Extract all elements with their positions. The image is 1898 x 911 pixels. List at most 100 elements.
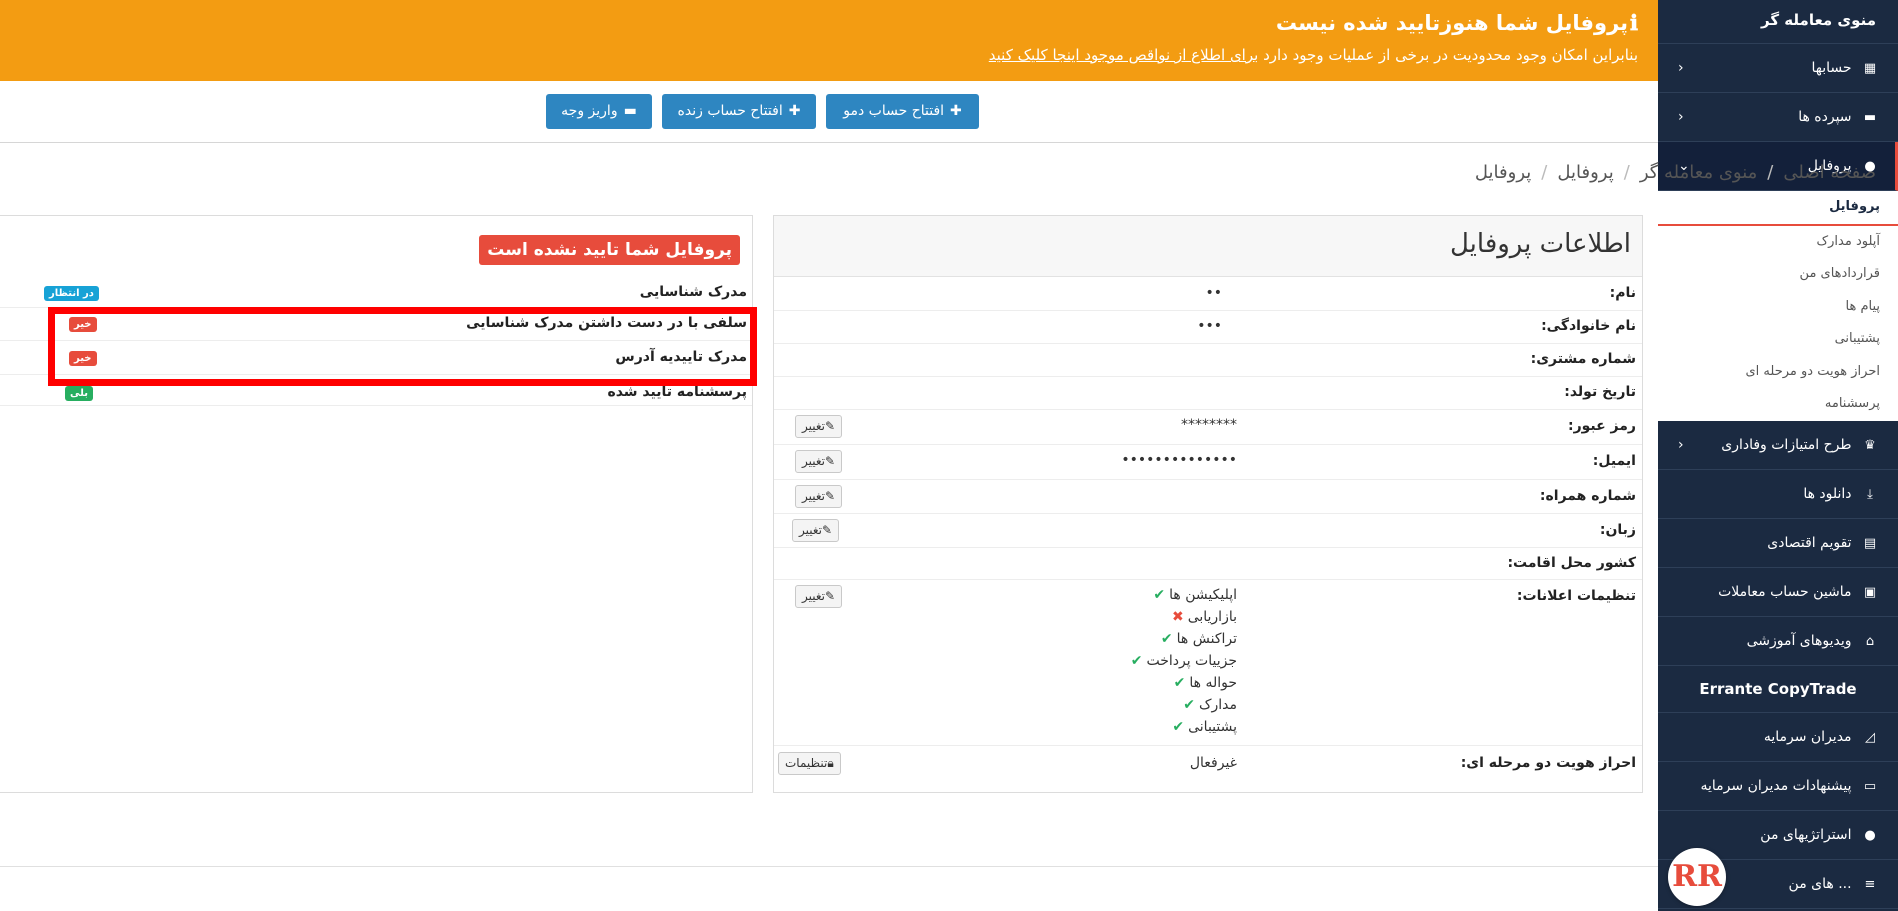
chevron-left-icon: ‹ [1678,109,1684,125]
check-icon: ✔ [1183,697,1195,713]
sidebar-item-label: حسابها [1811,60,1852,76]
breadcrumb-trader-menu[interactable]: منوی معامله گر [1640,162,1757,183]
submenu-two-factor[interactable]: احراز هویت دو مرحله ای [1658,356,1898,389]
row-mobile: شماره همراه: ✎تغییر [774,480,1642,514]
sidebar-item-deposits[interactable]: ▬ سپرده ها ‹ [1658,93,1898,142]
notification-item: حواله ها✔ [1173,675,1237,691]
row-country: کشور محل اقامت: [774,548,1642,580]
row-language: زبان: ✎تغییر [774,514,1642,548]
sidebar-item-label: دانلود ها [1803,485,1852,502]
divider [0,866,1658,867]
banner-message: بنابراین امکان وجود محدودیت در برخی از ع… [988,46,1638,64]
sidebar: منوی معامله گر ▦ حسابها ‹ ▬ سپرده ها ‹ ●… [1658,0,1898,911]
edit-icon: ✎ [825,589,836,603]
change-password-button[interactable]: ✎تغییر [795,415,843,438]
check-icon: ✔ [1130,653,1143,669]
edit-icon: ✎ [822,523,833,537]
two-factor-settings-button[interactable]: 🔒︎تنظیمات [778,752,841,775]
sidebar-item-label: ویدیوهای آموزشی [1746,632,1852,649]
change-email-button[interactable]: ✎تغییر [795,450,843,473]
change-notifications-button[interactable]: ✎تغییر [795,585,843,608]
card-icon: ▭ [1863,778,1877,794]
document-status-panel: پروفایل شما تایید نشده است مدرک شناسایی … [0,215,753,793]
action-buttons: ✚افتتاح حساب دمو ✚افتتاح حساب زنده ▬واری… [546,94,979,129]
change-mobile-button[interactable]: ✎تغییر [795,485,843,508]
sidebar-item-downloads[interactable]: ⤓ دانلود ها [1658,470,1898,519]
profile-unverified-label: پروفایل شما تایید نشده است [479,235,740,265]
row-notification-settings: تنظیمات اعلانات: اپلیکیشن ها✔ بازاریابی✖… [774,580,1642,746]
credit-card-icon: ▬ [623,103,637,119]
first-name-value: •• [1205,285,1222,301]
doc-row-id: مدرک شناسایی در انتظار [0,277,752,308]
status-badge: در انتظار [44,286,99,301]
building-icon: ▦ [1863,61,1877,76]
notification-item: مدارک✔ [1183,697,1237,713]
sidebar-item-trading-calculator[interactable]: ▣ ماشین حساب معاملات [1658,568,1898,617]
sidebar-item-training-videos[interactable]: ⌂ ویدیوهای آموزشی [1658,617,1898,666]
check-icon: ✔ [1160,631,1173,647]
sidebar-item-fund-managers[interactable]: ◿ مدیران سرمایه [1658,713,1898,762]
notification-list: اپلیکیشن ها✔ بازاریابی✖ تراکنش ها✔ جزییا… [1131,584,1237,738]
breadcrumb-home[interactable]: صفحه اصلی [1783,162,1876,183]
profile-submenu: پروفایل آپلود مدارک قراردادهای من پیام ه… [1658,191,1898,421]
open-live-account-button[interactable]: ✚افتتاح حساب زنده [662,94,816,129]
edit-icon: ✎ [825,489,836,503]
notification-item: جزییات پرداخت✔ [1130,653,1237,669]
breadcrumb-profile[interactable]: پروفایل [1557,162,1613,183]
plus-icon: ✚ [950,103,962,119]
sidebar-item-label: طرح امتیازات وفاداری [1721,436,1852,453]
notification-item: بازاریابی✖ [1171,609,1237,625]
submenu-questionnaire[interactable]: پرسشنامه [1658,388,1898,421]
highlight-box [48,307,757,386]
errante-logo[interactable]: RR [1668,848,1726,906]
submenu-messages[interactable]: پیام ها [1658,291,1898,324]
last-name-value: ••• [1197,318,1222,334]
breadcrumb: صفحه اصلی/منوی معامله گر/پروفایل/پروفایل [1474,162,1876,183]
calculator-icon: ▣ [1863,584,1877,600]
panel-title: اطلاعات پروفایل [1449,229,1631,259]
check-icon: ✔ [1153,587,1166,603]
check-icon: ✔ [1173,675,1186,691]
submenu-support[interactable]: پشتیبانی [1658,323,1898,356]
row-two-factor: احراز هویت دو مرحله ای: غیرفعال 🔒︎تنظیما… [774,746,1642,780]
submenu-upload-documents[interactable]: آپلود مدارک [1658,226,1898,259]
notification-item: اپلیکیشن ها✔ [1153,587,1237,603]
deposit-button[interactable]: ▬واریز وجه [546,94,652,129]
cross-icon: ✖ [1171,609,1184,625]
divider [0,142,1658,143]
plus-icon: ✚ [788,103,801,119]
banner-title: ℹپروفایل شما هنوزتایید شده نیست [1275,10,1638,35]
sidebar-item-label: مدیران سرمایه [1763,728,1852,745]
chart-icon: ◿ [1865,729,1875,745]
sidebar-item-manager-offers[interactable]: ▭ پیشنهادات مدیران سرمایه [1658,762,1898,811]
breadcrumb-current: پروفایل [1474,162,1532,183]
notification-item: پشتیبانی✔ [1172,719,1237,735]
check-icon: ✔ [1172,719,1185,735]
sidebar-item-economic-calendar[interactable]: ▤ تقویم اقتصادی [1658,519,1898,568]
calendar-icon: ▤ [1863,535,1877,551]
wallet-icon: ▬ [1863,110,1877,125]
submenu-my-contracts[interactable]: قراردادهای من [1658,258,1898,291]
email-value: •••••••••••••• [1121,452,1237,468]
profile-info-panel: اطلاعات پروفایل نام: •• نام خانوادگی: ••… [773,215,1643,793]
status-badge: بلی [65,386,93,401]
chevron-left-icon: ‹ [1678,436,1684,453]
sidebar-item-label: پیشنهادات مدیران سرمایه [1700,777,1852,794]
lock-icon: 🔒︎ [827,756,834,770]
unverified-banner: ℹپروفایل شما هنوزتایید شده نیست بنابراین… [0,0,1658,81]
sidebar-item-label: ماشین حساب معاملات [1718,583,1852,600]
change-language-button[interactable]: ✎تغییر [792,519,840,542]
banner-link[interactable]: برای اطلاع از نواقص موجود اینجا کلیک کنی… [989,46,1259,64]
sidebar-item-loyalty[interactable]: ♛ طرح امتیازات وفاداری ‹ [1658,421,1898,470]
edit-icon: ✎ [825,419,836,433]
chevron-left-icon: ‹ [1678,60,1684,76]
row-customer-number: شماره مشتری: [774,344,1642,377]
sidebar-title: منوی معامله گر [1658,0,1898,44]
open-demo-account-button[interactable]: ✚افتتاح حساب دمو [826,94,979,129]
sidebar-item-label: تقویم اقتصادی [1767,534,1852,551]
sidebar-item-accounts[interactable]: ▦ حسابها ‹ [1658,44,1898,93]
sidebar-item-label: استراتژیهای من [1760,826,1852,843]
notification-item: تراکنش ها✔ [1160,631,1237,647]
row-birth-date: تاریخ تولد: [774,377,1642,410]
submenu-profile[interactable]: پروفایل [1658,191,1898,226]
